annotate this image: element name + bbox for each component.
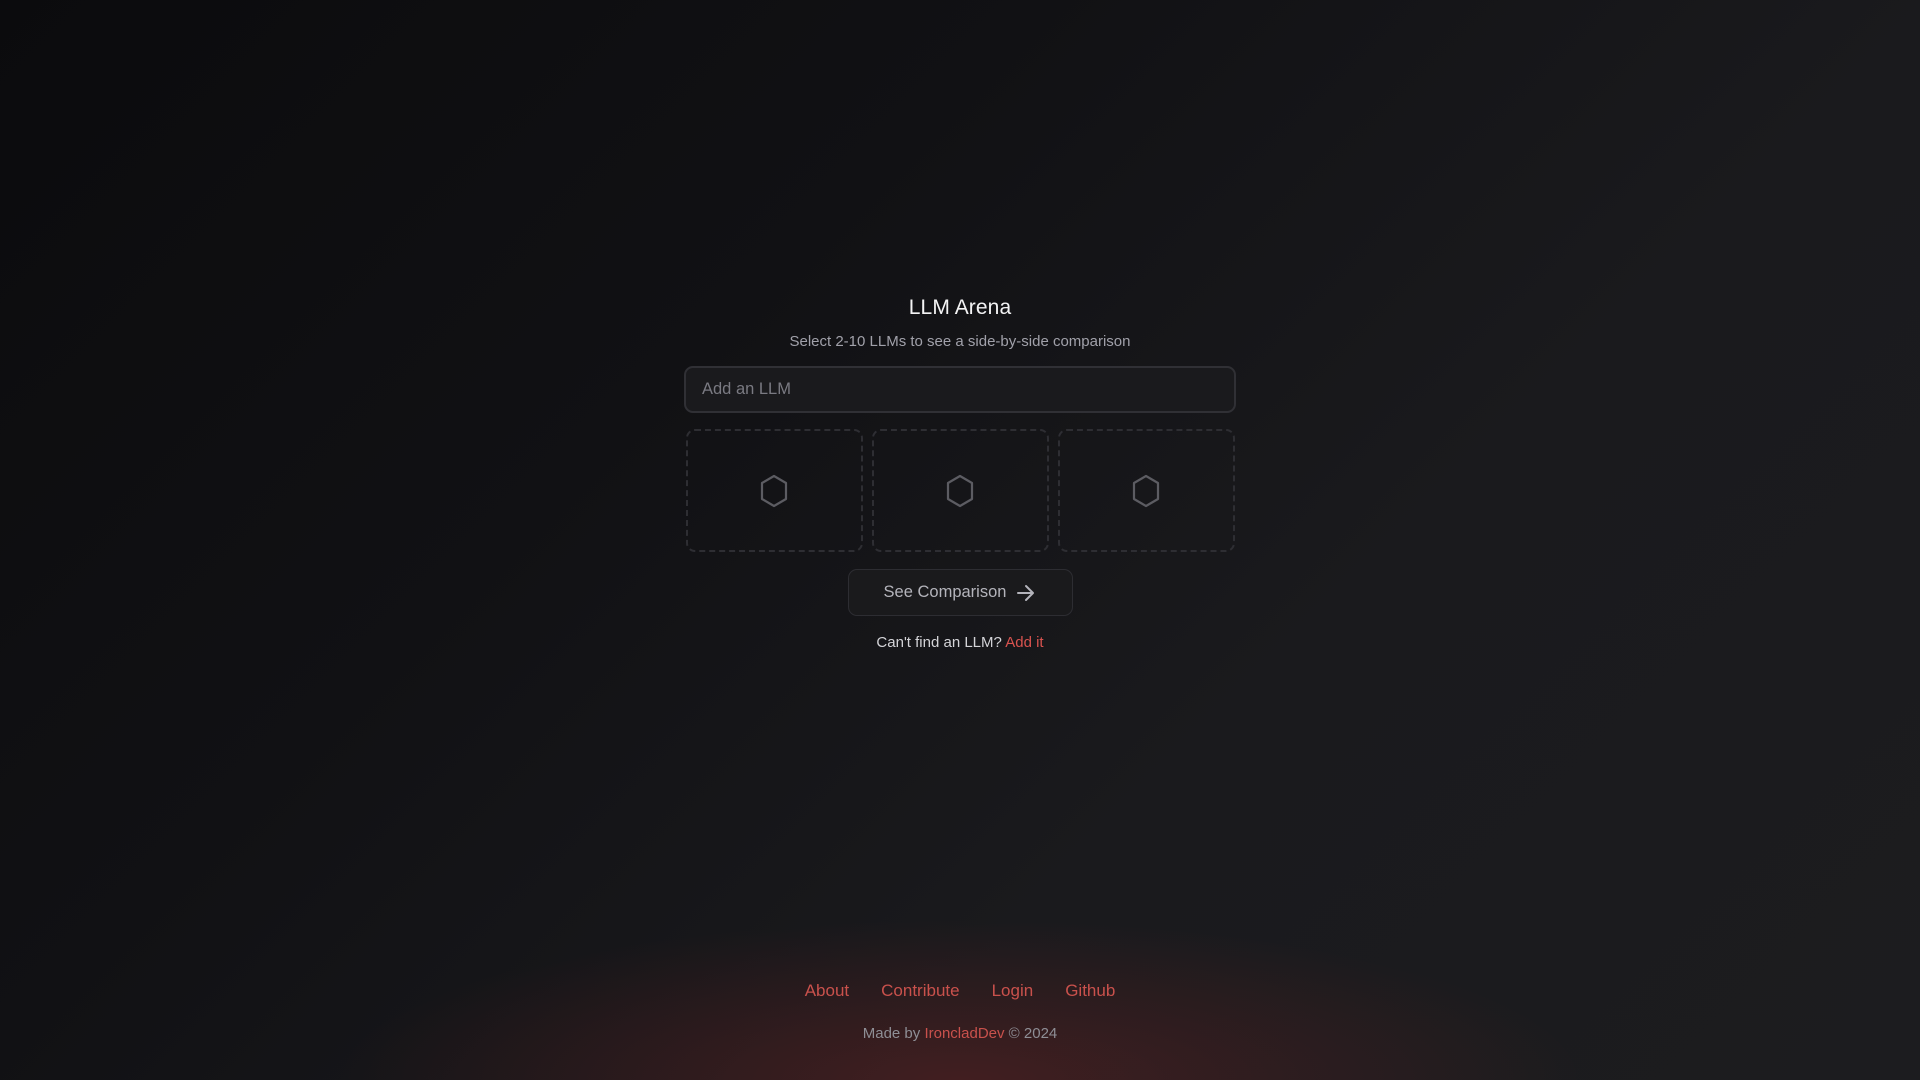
add-llm-input[interactable]	[686, 368, 1234, 411]
llm-slot-2[interactable]	[871, 429, 1049, 552]
footer-credit: Made by IroncladDev © 2024	[863, 1025, 1058, 1042]
footer-nav: About Contribute Login Github	[805, 981, 1116, 1001]
cant-find-text: Can't find an LLM?	[876, 634, 1002, 651]
llm-slots	[685, 429, 1235, 552]
credit-copyright: © 2024	[1008, 1025, 1058, 1042]
footer: About Contribute Login Github Made by Ir…	[0, 981, 1920, 1042]
footer-link-contribute[interactable]: Contribute	[881, 981, 959, 1001]
llm-slot-3[interactable]	[1057, 429, 1235, 552]
see-comparison-button[interactable]: See Comparison	[847, 569, 1073, 616]
see-comparison-label: See Comparison	[883, 583, 1007, 601]
hexagon-icon	[945, 474, 975, 508]
arrow-right-icon	[1016, 584, 1036, 602]
credit-prefix: Made by	[862, 1025, 921, 1042]
hexagon-icon	[1131, 474, 1161, 508]
page-subtitle: Select 2-10 LLMs to see a side-by-side c…	[789, 333, 1131, 350]
llm-search-box	[684, 366, 1236, 413]
footer-link-github[interactable]: Github	[1065, 981, 1115, 1001]
main-panel: LLM Arena Select 2-10 LLMs to see a side…	[0, 294, 1920, 651]
footer-link-login[interactable]: Login	[992, 981, 1034, 1001]
page-title: LLM Arena	[908, 296, 1012, 319]
author-link[interactable]: IroncladDev	[924, 1025, 1004, 1042]
hexagon-icon	[759, 474, 789, 508]
add-it-link[interactable]: Add it	[1005, 634, 1043, 651]
llm-slot-1[interactable]	[685, 429, 863, 552]
cant-find-prompt: Can't find an LLM? Add it	[876, 634, 1043, 651]
footer-link-about[interactable]: About	[805, 981, 849, 1001]
